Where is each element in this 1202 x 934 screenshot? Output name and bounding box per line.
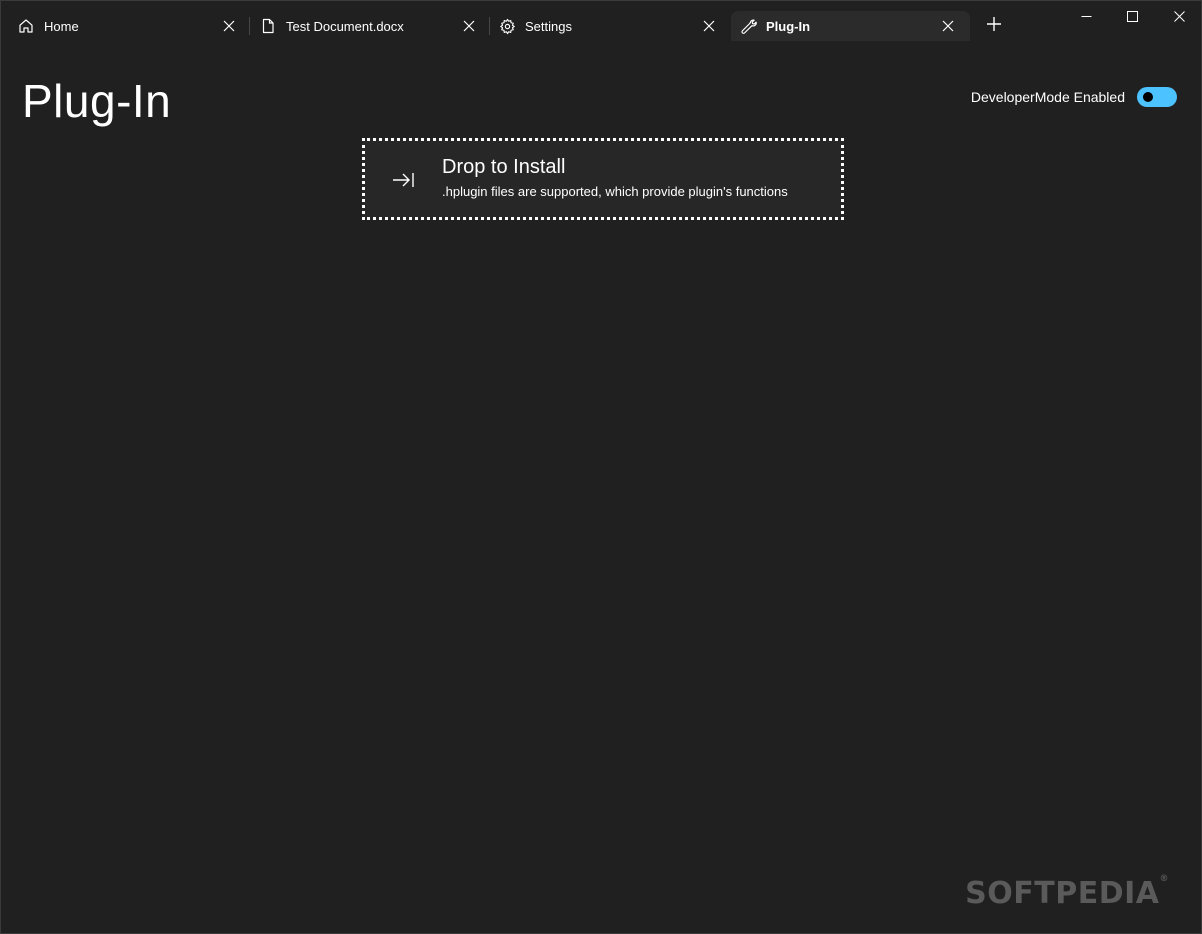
minimize-button[interactable] [1066, 3, 1106, 33]
tab-settings[interactable]: Settings [482, 11, 723, 41]
wrench-icon [739, 17, 757, 35]
developer-mode-row: DeveloperMode Enabled [971, 87, 1177, 107]
close-icon[interactable] [939, 17, 957, 35]
tab-test-document[interactable]: Test Document.docx [243, 11, 484, 41]
app-window: Home Test Document.docx Settings Plug-In… [0, 0, 1202, 934]
close-icon[interactable] [700, 17, 718, 35]
softpedia-watermark: SOFTPEDIA® [965, 874, 1169, 911]
tab-label: Plug-In [766, 18, 811, 34]
drop-to-install-zone[interactable]: Drop to Install .hplugin files are suppo… [362, 138, 844, 220]
tab-home[interactable]: Home [1, 11, 243, 41]
tab-label: Settings [525, 18, 572, 34]
minimize-icon [1081, 9, 1092, 27]
home-icon [17, 17, 35, 35]
tab-label: Home [44, 18, 79, 34]
developer-mode-label: DeveloperMode Enabled [970, 89, 1125, 105]
gear-icon [498, 17, 516, 35]
tab-plug-in[interactable]: Plug-In [731, 11, 970, 41]
new-tab-button[interactable] [983, 15, 1005, 37]
close-icon[interactable] [220, 17, 238, 35]
maximize-icon [1126, 9, 1138, 27]
page-title: Plug-In [22, 75, 172, 127]
close-icon [1173, 9, 1185, 27]
drop-subtitle: .hplugin files are supported, which prov… [442, 184, 788, 199]
developer-mode-toggle[interactable] [1137, 87, 1177, 107]
maximize-button[interactable] [1112, 3, 1152, 33]
toggle-knob [1143, 92, 1153, 102]
drop-title: Drop to Install [442, 156, 566, 178]
plus-icon [987, 16, 1001, 36]
document-icon [259, 17, 277, 35]
arrow-to-end-icon [391, 168, 415, 192]
tab-label: Test Document.docx [286, 18, 404, 34]
close-window-button[interactable] [1159, 3, 1199, 33]
title-bar: Home Test Document.docx Settings Plug-In [1, 1, 1201, 49]
close-icon[interactable] [460, 17, 478, 35]
watermark-text: SOFTPEDIA [965, 876, 1160, 911]
watermark-mark: ® [1159, 874, 1169, 884]
